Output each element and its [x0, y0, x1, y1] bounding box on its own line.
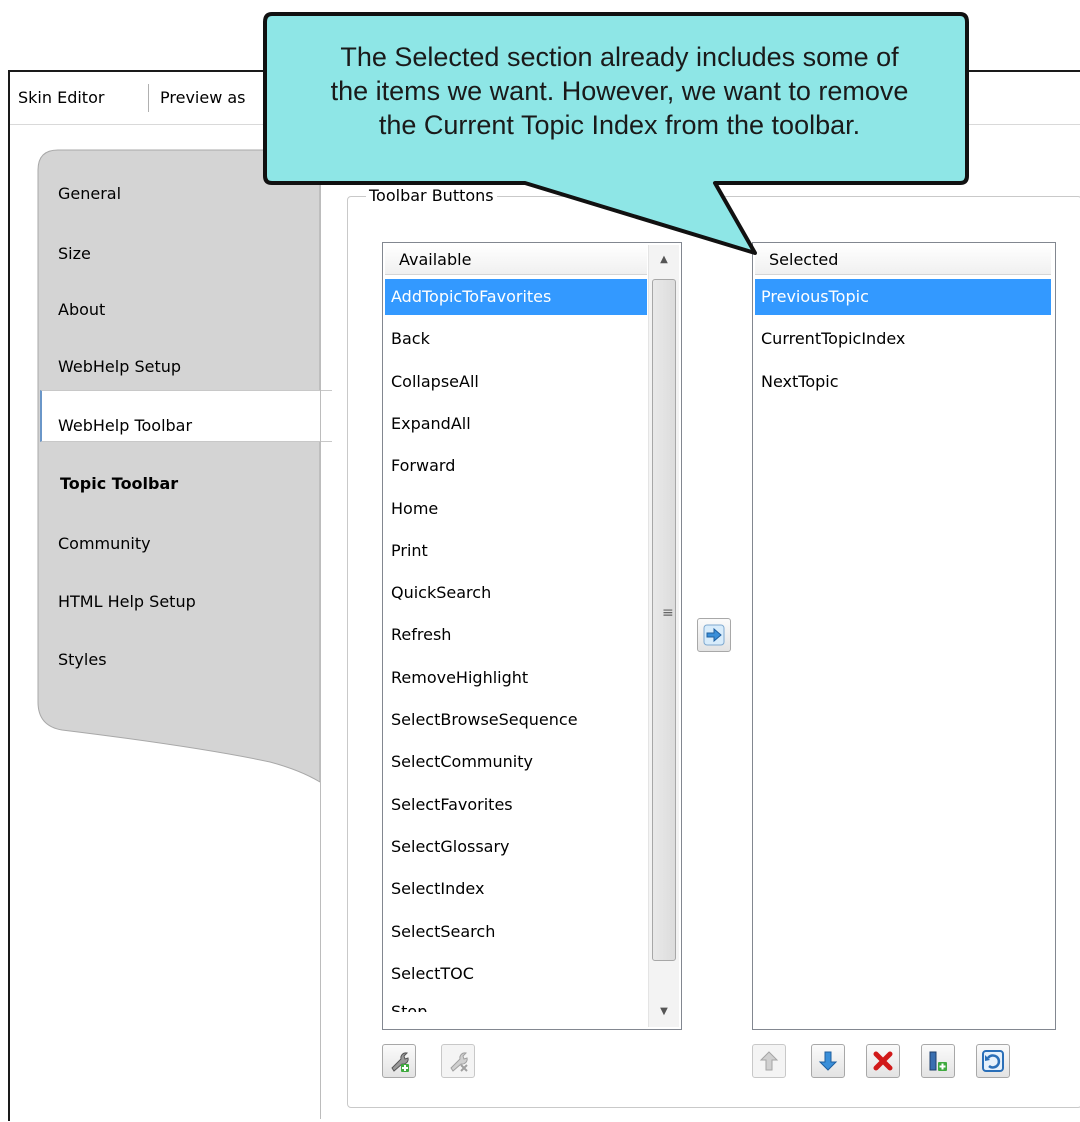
add-separator-button[interactable] [921, 1044, 955, 1078]
list-item[interactable]: CurrentTopicIndex [755, 321, 1051, 357]
arrow-up-icon [759, 1051, 779, 1071]
list-item[interactable]: Forward [385, 448, 647, 484]
available-list-header[interactable]: Available [385, 245, 647, 275]
separator-add-icon [929, 1051, 947, 1071]
available-scrollbar[interactable]: ▲ ≡ ▼ [648, 245, 679, 1027]
list-item[interactable]: SelectFavorites [385, 787, 647, 823]
list-item[interactable]: NextTopic [755, 364, 1051, 400]
sidebar-item-html-help-setup[interactable]: HTML Help Setup [58, 584, 196, 620]
delete-x-icon [873, 1051, 893, 1071]
list-item[interactable]: ExpandAll [385, 406, 647, 442]
selected-list[interactable]: Selected PreviousTopic CurrentTopicIndex N… [752, 242, 1056, 1030]
list-item[interactable]: AddTopicToFavorites [385, 279, 647, 315]
scroll-thumb[interactable]: ≡ [652, 279, 676, 961]
list-item[interactable]: SelectTOC [385, 956, 647, 992]
topbar-separator [148, 84, 149, 112]
list-item[interactable]: PreviousTopic [755, 279, 1051, 315]
remove-custom-button[interactable] [441, 1044, 475, 1078]
wrench-add-icon [391, 1052, 409, 1072]
tab-preview-as[interactable]: Preview as [160, 88, 246, 107]
list-item[interactable]: SelectSearch [385, 914, 647, 950]
list-item[interactable]: SelectBrowseSequence [385, 702, 647, 738]
list-item[interactable]: RemoveHighlight [385, 660, 647, 696]
available-list[interactable]: Available AddTopicToFavorites Back Collaps… [382, 242, 682, 1030]
scroll-down-arrow-icon[interactable]: ▼ [649, 997, 679, 1027]
arrow-down-icon [818, 1051, 838, 1071]
content-divider [320, 150, 321, 1119]
undo-icon [982, 1050, 1004, 1072]
sidebar-item-about[interactable]: About [58, 292, 105, 328]
callout-line: the Current Topic Index from the toolbar… [378, 110, 861, 140]
sidebar-item-topic-toolbar[interactable]: Topic Toolbar [60, 466, 178, 502]
remove-button[interactable] [866, 1044, 900, 1078]
scroll-up-arrow-icon[interactable]: ▲ [649, 245, 679, 275]
list-item[interactable]: Print [385, 533, 647, 569]
reset-button[interactable] [976, 1044, 1010, 1078]
add-to-selected-button[interactable] [697, 618, 731, 652]
list-item[interactable]: CollapseAll [385, 364, 647, 400]
sidebar-item-general[interactable]: General [58, 176, 121, 212]
list-item[interactable]: SelectGlossary [385, 829, 647, 865]
toolbar-buttons-group-title: Toolbar Buttons [366, 186, 497, 205]
list-item[interactable]: Refresh [385, 617, 647, 653]
scroll-grip-icon: ≡ [662, 605, 674, 621]
move-up-button[interactable] [752, 1044, 786, 1078]
sidebar-item-styles[interactable]: Styles [58, 642, 107, 678]
sidebar-item-webhelp-setup[interactable]: WebHelp Setup [58, 349, 181, 385]
tab-skin-editor[interactable]: Skin Editor [18, 88, 104, 107]
list-item[interactable]: SelectIndex [385, 871, 647, 907]
list-item[interactable]: Back [385, 321, 647, 357]
callout-line: the items we want. However, we want to r… [330, 76, 909, 106]
sidebar-item-webhelp-toolbar[interactable]: WebHelp Toolbar [58, 408, 192, 444]
right-arrow-icon [703, 624, 725, 646]
selected-list-header[interactable]: Selected [755, 245, 1051, 275]
sidebar-item-size[interactable]: Size [58, 236, 91, 272]
wrench-remove-icon [450, 1052, 468, 1072]
sidebar-item-community[interactable]: Community [58, 526, 151, 562]
list-item[interactable]: Home [385, 491, 647, 527]
edit-button[interactable] [382, 1044, 416, 1078]
sidebar-tab-panel [37, 149, 321, 783]
callout-line: The Selected section already includes so… [340, 42, 899, 72]
list-item[interactable]: QuickSearch [385, 575, 647, 611]
callout-text: The Selected section already includes so… [282, 40, 957, 142]
list-item[interactable]: Stop [385, 998, 647, 1012]
list-item[interactable]: SelectCommunity [385, 744, 647, 780]
move-down-button[interactable] [811, 1044, 845, 1078]
